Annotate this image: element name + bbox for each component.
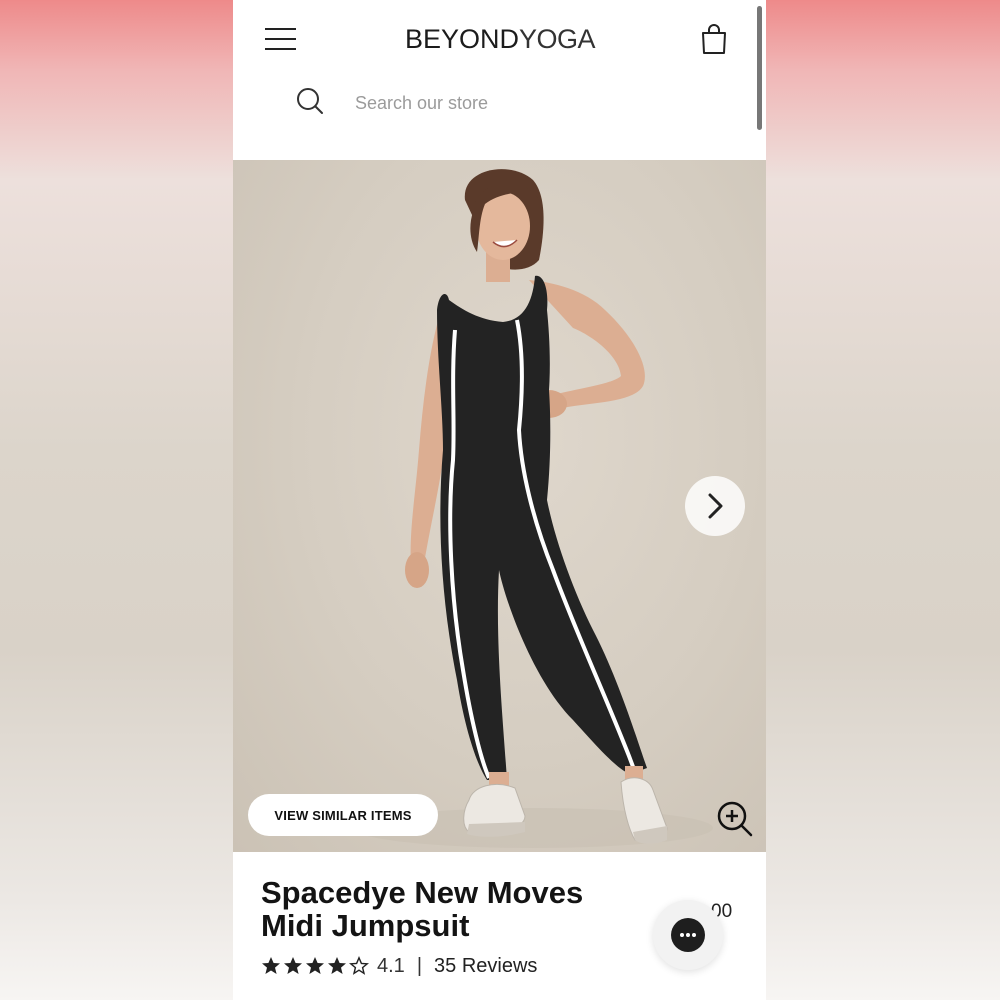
rating-separator: |	[416, 954, 423, 977]
search-icon[interactable]	[295, 86, 325, 116]
menu-button[interactable]	[265, 26, 297, 52]
product-image-carousel[interactable]: VIEW SIMILAR ITEMS	[233, 160, 766, 852]
logo-word-yoga: YOGA	[519, 24, 596, 54]
chat-icon	[671, 918, 705, 952]
search-input[interactable]	[353, 85, 657, 121]
star-icon	[306, 957, 324, 974]
cart-button[interactable]	[699, 22, 729, 56]
reviews-link[interactable]: 35 Reviews	[434, 955, 537, 978]
star-empty-icon	[349, 956, 369, 975]
chat-button[interactable]	[653, 900, 723, 970]
star-icon	[328, 957, 346, 974]
view-similar-items-button[interactable]: VIEW SIMILAR ITEMS	[248, 794, 438, 836]
star-icon	[284, 957, 302, 974]
brand-logo[interactable]: BEYONDYOGA	[405, 24, 605, 56]
zoom-button[interactable]	[716, 800, 754, 838]
background-right	[766, 0, 1000, 1000]
scrollbar[interactable]	[757, 6, 762, 130]
rating-value: 4.1	[377, 954, 405, 977]
background-left	[0, 0, 233, 1000]
zoom-in-icon	[717, 801, 753, 837]
shopping-bag-icon	[702, 24, 726, 54]
mobile-page: BEYONDYOGA Search our store VIEW SIMILAR…	[233, 0, 766, 1000]
star-icon	[262, 957, 280, 974]
site-header: BEYONDYOGA	[233, 0, 766, 160]
chevron-right-icon	[708, 493, 723, 519]
logo-word-beyond: BEYOND	[405, 24, 520, 54]
product-rating[interactable]: 4.1 | 35 Reviews	[261, 952, 537, 980]
star-rating	[261, 956, 371, 976]
product-title: Spacedye New Moves Midi Jumpsuit	[261, 875, 584, 943]
product-info: Spacedye New Moves Midi Jumpsuit 00 4.1 …	[233, 852, 766, 1000]
carousel-next-button[interactable]	[685, 476, 745, 536]
